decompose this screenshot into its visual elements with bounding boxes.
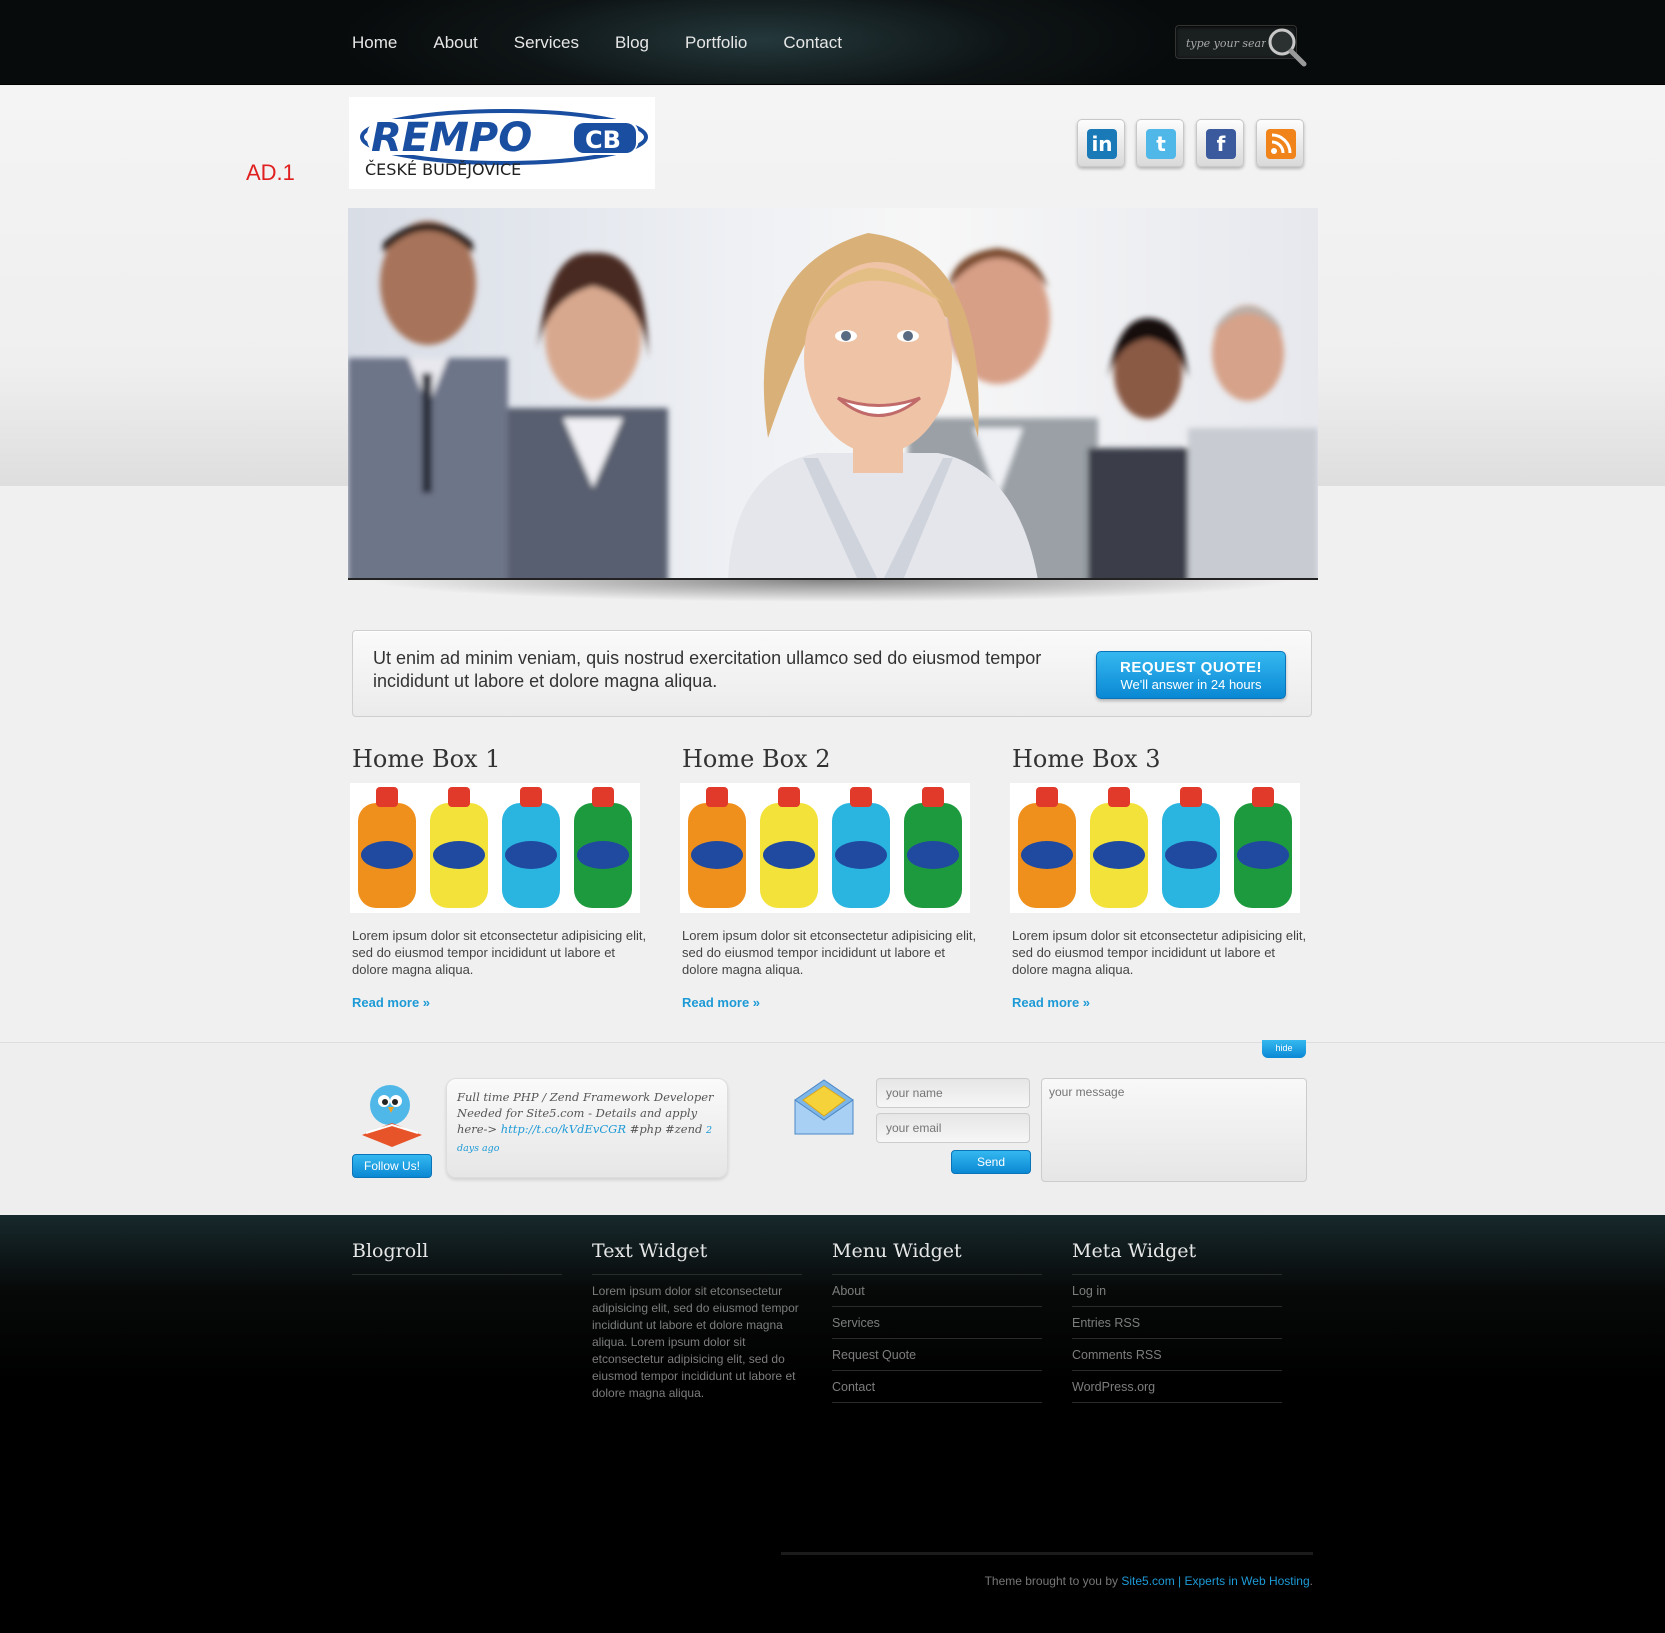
logo-graphic: REMPO CB ČESKÉ BUDĚJOVICE (360, 109, 648, 179)
home-box-2: Home Box 2 Lorem ipsum dolor sit etconse… (680, 745, 977, 1010)
read-more-link[interactable]: Read more » (682, 995, 977, 1010)
menu-widget-title: Menu Widget (832, 1240, 1042, 1275)
tweet-tags: #php #zend (629, 1122, 703, 1136)
meta-item-wordpress[interactable]: WordPress.org (1072, 1371, 1282, 1403)
menu-widget-item-request-quote[interactable]: Request Quote (832, 1339, 1042, 1371)
hero-banner-image (348, 208, 1318, 580)
tweet-link[interactable]: http://t.co/kVdEvCGR (501, 1122, 626, 1136)
search-box (1175, 25, 1307, 67)
search-icon[interactable] (1264, 24, 1312, 72)
twitter-button[interactable]: t (1136, 119, 1184, 167)
linkedin-button[interactable]: in (1077, 119, 1125, 167)
hide-toggle[interactable]: hide (1262, 1040, 1306, 1058)
logo-subtitle: ČESKÉ BUDĚJOVICE (365, 160, 521, 179)
menu-widget-item-about[interactable]: About (832, 1275, 1042, 1307)
nav-item-services[interactable]: Services (514, 33, 579, 53)
twitter-bird-icon (362, 1085, 422, 1147)
read-more-link[interactable]: Read more » (1012, 995, 1307, 1010)
home-box-1: Home Box 1 Lorem ipsum dolor sit etconse… (350, 745, 647, 1010)
message-field[interactable] (1041, 1078, 1307, 1182)
twitter-icon: t (1146, 129, 1176, 159)
search-input[interactable] (1186, 34, 1266, 52)
home-box-title: Home Box 2 (682, 745, 831, 773)
latest-tweet: Full time PHP / Zend Framework Developer… (446, 1078, 728, 1178)
mail-envelope-icon (794, 1079, 854, 1135)
facebook-icon: f (1206, 129, 1236, 159)
logo-suffix: CB (585, 126, 621, 154)
site-logo[interactable]: REMPO CB ČESKÉ BUDĚJOVICE (349, 97, 655, 189)
svg-text:REMPO: REMPO (371, 115, 532, 161)
rss-button[interactable] (1256, 119, 1304, 167)
top-navigation-bar: Home About Services Blog Portfolio Conta… (0, 0, 1665, 85)
facebook-button[interactable]: f (1196, 119, 1244, 167)
home-box-title: Home Box 1 (352, 745, 501, 773)
logo-text: REMPO (371, 115, 532, 161)
text-widget-title: Text Widget (592, 1240, 802, 1275)
meta-item-comments-rss[interactable]: Comments RSS (1072, 1339, 1282, 1371)
nav-item-portfolio[interactable]: Portfolio (685, 33, 747, 53)
home-box-3: Home Box 3 Lorem ipsum dolor sit etconse… (1010, 745, 1307, 1010)
hero-shadow (370, 580, 1290, 620)
footer-credit: Theme brought to you by Site5.com | Expe… (860, 1574, 1313, 1588)
bottle-blue (502, 787, 560, 908)
bottle-green (574, 787, 632, 908)
footer-text-widget: Text Widget Lorem ipsum dolor sit etcons… (592, 1240, 802, 1402)
main-nav: Home About Services Blog Portfolio Conta… (352, 33, 878, 53)
ad-label: AD.1 (246, 160, 295, 185)
bottle-orange (358, 787, 416, 908)
home-box-title: Home Box 3 (1012, 745, 1161, 773)
home-box-text: Lorem ipsum dolor sit etconsectetur adip… (352, 928, 647, 977)
menu-widget-item-contact[interactable]: Contact (832, 1371, 1042, 1403)
home-box-text: Lorem ipsum dolor sit etconsectetur adip… (682, 928, 977, 977)
bottle-yellow (430, 787, 488, 908)
request-quote-sublabel: We'll answer in 24 hours (1120, 677, 1262, 692)
send-button[interactable]: Send (951, 1150, 1031, 1174)
linkedin-icon: in (1087, 129, 1117, 159)
home-box-text: Lorem ipsum dolor sit etconsectetur adip… (1012, 928, 1307, 977)
home-box-image (1010, 783, 1300, 913)
nav-item-home[interactable]: Home (352, 33, 397, 53)
blogroll-title: Blogroll (352, 1240, 562, 1275)
nav-item-contact[interactable]: Contact (783, 33, 842, 53)
footer-menu-widget: Menu Widget About Services Request Quote… (832, 1240, 1042, 1403)
nav-item-about[interactable]: About (433, 33, 477, 53)
footer-meta-widget: Meta Widget Log in Entries RSS Comments … (1072, 1240, 1282, 1403)
rss-icon (1266, 129, 1296, 159)
follow-us-button[interactable]: Follow Us! (352, 1154, 432, 1178)
svg-text:CB: CB (585, 126, 621, 154)
request-quote-button[interactable]: REQUEST QUOTE! We'll answer in 24 hours (1096, 651, 1286, 699)
svg-text:ČESKÉ BUDĚJOVICE: ČESKÉ BUDĚJOVICE (365, 160, 521, 179)
meta-item-entries-rss[interactable]: Entries RSS (1072, 1307, 1282, 1339)
name-field[interactable] (876, 1078, 1030, 1108)
menu-widget-item-services[interactable]: Services (832, 1307, 1042, 1339)
email-field[interactable] (876, 1113, 1030, 1143)
request-quote-label: REQUEST QUOTE! (1119, 659, 1262, 676)
quote-text: Ut enim ad minim veniam, quis nostrud ex… (373, 648, 1042, 691)
home-box-image (350, 783, 640, 913)
footer-blogroll: Blogroll (352, 1240, 562, 1275)
footer-divider (781, 1552, 1313, 1555)
meta-item-log-in[interactable]: Log in (1072, 1275, 1282, 1307)
meta-widget-title: Meta Widget (1072, 1240, 1282, 1275)
request-quote-box: Ut enim ad minim veniam, quis nostrud ex… (352, 630, 1312, 717)
home-box-image (680, 783, 970, 913)
credit-link[interactable]: Site5.com | Experts in Web Hosting (1121, 1574, 1309, 1588)
text-widget-body: Lorem ipsum dolor sit etconsectetur adip… (592, 1284, 799, 1400)
read-more-link[interactable]: Read more » (352, 995, 647, 1010)
credit-prefix: Theme brought to you by (984, 1574, 1118, 1588)
nav-item-blog[interactable]: Blog (615, 33, 649, 53)
credit-suffix: . (1309, 1574, 1313, 1588)
